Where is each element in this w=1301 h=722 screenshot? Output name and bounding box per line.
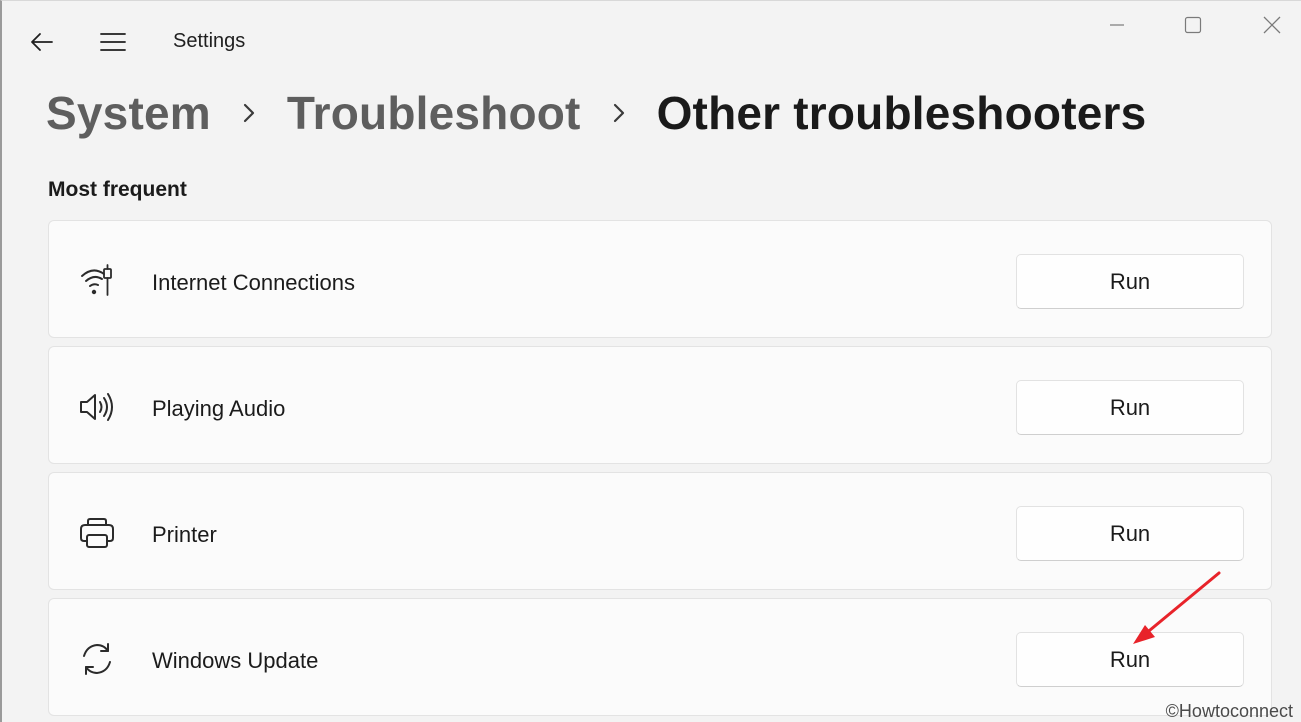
app-title: Settings (173, 30, 246, 52)
troubleshooter-label: Internet Connections (152, 270, 356, 295)
troubleshooter-item-internet-connections: Internet Connections Run (48, 220, 1272, 338)
wifi-ethernet-icon (77, 261, 117, 301)
printer-icon (77, 513, 117, 553)
page-title: Other troubleshooters (656, 87, 1147, 139)
back-button[interactable] (22, 25, 62, 59)
breadcrumb: System Troubleshoot Other troubleshooter… (46, 83, 1146, 143)
breadcrumb-item-system[interactable]: System (46, 86, 211, 140)
minimize-button[interactable] (1092, 7, 1142, 43)
troubleshooter-item-playing-audio: Playing Audio Run (48, 346, 1272, 464)
maximize-icon (1184, 16, 1202, 34)
run-internet-connections-button[interactable]: Run (1016, 254, 1244, 309)
watermark: ©Howtoconnect (1165, 701, 1293, 721)
troubleshooter-item-windows-update: Windows Update Run (48, 598, 1272, 716)
maximize-button[interactable] (1168, 7, 1218, 43)
chevron-right-icon (211, 83, 287, 143)
close-icon (1263, 16, 1281, 34)
troubleshooter-label: Playing Audio (152, 396, 286, 421)
run-windows-update-button[interactable]: Run (1016, 632, 1244, 687)
troubleshooter-item-printer: Printer Run (48, 472, 1272, 590)
chevron-right-icon (581, 83, 657, 143)
title-bar: Settings (2, 1, 1301, 81)
troubleshooter-label: Windows Update (152, 648, 319, 673)
close-button[interactable] (1247, 7, 1297, 43)
troubleshooter-label: Printer (152, 522, 217, 547)
hamburger-icon (100, 33, 126, 51)
breadcrumb-item-troubleshoot[interactable]: Troubleshoot (287, 86, 581, 140)
settings-window: Settings System Troubleshoot Other troub… (0, 0, 1301, 722)
back-arrow-icon (31, 33, 53, 51)
speaker-icon (77, 387, 117, 427)
minimize-icon (1110, 24, 1124, 26)
run-playing-audio-button[interactable]: Run (1016, 380, 1244, 435)
section-title: Most frequent (48, 178, 187, 201)
navigation-menu-button[interactable] (92, 25, 134, 59)
sync-icon (77, 639, 117, 679)
run-printer-button[interactable]: Run (1016, 506, 1244, 561)
